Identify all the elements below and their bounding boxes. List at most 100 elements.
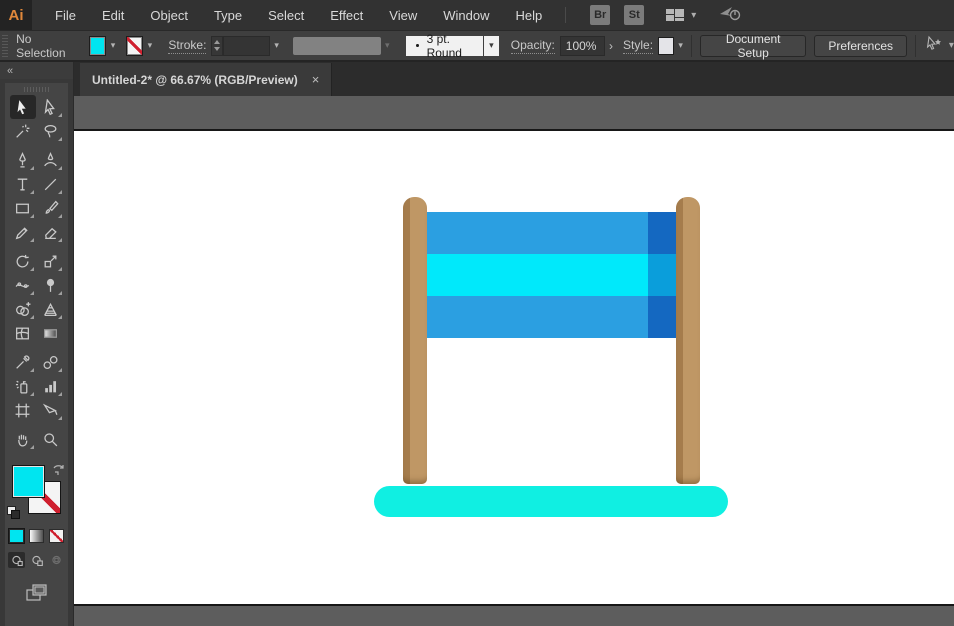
- fill-swatch[interactable]: [12, 465, 45, 498]
- slice-tool-icon: [42, 403, 58, 415]
- draw-behind-button[interactable]: [28, 552, 45, 568]
- brush-chevron-icon[interactable]: ▾: [483, 35, 499, 56]
- paintbrush-tool[interactable]: [38, 196, 64, 220]
- bridge-button[interactable]: Br: [590, 5, 611, 25]
- document-setup-button[interactable]: Document Setup: [700, 32, 807, 60]
- curvature-tool[interactable]: [38, 148, 64, 172]
- opacity-label[interactable]: Opacity:: [510, 38, 555, 54]
- color-button[interactable]: [9, 529, 24, 543]
- rectangle-tool[interactable]: [10, 196, 36, 220]
- menu-view[interactable]: View: [376, 0, 430, 30]
- shape-builder-tool[interactable]: [10, 297, 36, 321]
- brush-preset-dropdown[interactable]: 3 pt. Round: [405, 32, 483, 60]
- control-bar-grip[interactable]: [2, 34, 9, 57]
- artwork-base[interactable]: [374, 486, 728, 517]
- hand-tool[interactable]: [10, 427, 36, 451]
- zoom-tool[interactable]: [38, 427, 64, 451]
- blend-tool[interactable]: [38, 350, 64, 374]
- select-similar-icon[interactable]: [924, 35, 944, 56]
- toolbar-collapse-button[interactable]: «: [0, 62, 73, 79]
- stroke-weight-field[interactable]: [223, 35, 271, 56]
- swap-fill-stroke-icon[interactable]: [52, 463, 66, 477]
- fill-chevron-icon[interactable]: ▾: [106, 36, 119, 56]
- rotate-tool[interactable]: [10, 249, 36, 273]
- menu-edit[interactable]: Edit: [89, 0, 137, 30]
- preferences-button[interactable]: Preferences: [814, 34, 908, 57]
- pen-tool[interactable]: [10, 148, 36, 172]
- artboard-tool[interactable]: [10, 398, 36, 422]
- column-graph-tool[interactable]: [38, 374, 64, 398]
- banner-right-edge: [648, 212, 676, 338]
- toolbar-grip[interactable]: [23, 87, 50, 92]
- draw-normal-button[interactable]: [8, 552, 25, 568]
- eraser-tool-icon: [45, 227, 57, 239]
- opacity-panel-arrow-icon[interactable]: ›: [605, 39, 617, 53]
- column-graph-tool-icon: [45, 380, 57, 392]
- menu-window[interactable]: Window: [430, 0, 502, 30]
- tab-close-icon[interactable]: ×: [312, 73, 320, 86]
- fill-color-swatch[interactable]: [88, 35, 107, 56]
- menu-help[interactable]: Help: [502, 0, 555, 30]
- direct-selection-tool[interactable]: [38, 95, 64, 119]
- puppet-warp-tool-icon: [46, 278, 55, 292]
- menu-file[interactable]: File: [42, 0, 89, 30]
- width-profile-dropdown[interactable]: [293, 36, 381, 55]
- eraser-tool[interactable]: [38, 220, 64, 244]
- slice-tool[interactable]: [38, 398, 64, 422]
- brush-preset-value: 3 pt. Round: [426, 31, 462, 60]
- puppet-warp-tool[interactable]: [38, 273, 64, 297]
- menu-type[interactable]: Type: [201, 0, 255, 30]
- symbol-sprayer-tool-icon: [15, 380, 28, 394]
- artboard[interactable]: [74, 129, 954, 606]
- line-segment-tool-icon: [44, 178, 57, 190]
- menu-select[interactable]: Select: [255, 0, 317, 30]
- magic-wand-tool[interactable]: [10, 119, 36, 143]
- control-bar-separator-2: [915, 34, 916, 57]
- mesh-tool[interactable]: [10, 321, 36, 345]
- banner-stripe-bottom[interactable]: [426, 296, 676, 338]
- control-bar: No Selection ▾ ▾ Stroke: ▾ ▾ 3 pt. Round…: [0, 30, 954, 62]
- lasso-tool[interactable]: [38, 119, 64, 143]
- select-similar-chevron-icon[interactable]: ▾: [949, 40, 954, 51]
- stroke-weight-chevron-icon[interactable]: ▾: [270, 36, 283, 56]
- none-button[interactable]: [49, 529, 64, 543]
- scale-tool[interactable]: [38, 249, 64, 273]
- stroke-label[interactable]: Stroke:: [168, 38, 207, 54]
- banner-stripe-top[interactable]: [426, 212, 676, 254]
- stroke-weight-stepper[interactable]: [211, 35, 224, 56]
- style-chevron-icon[interactable]: ▾: [674, 36, 687, 56]
- style-swatch[interactable]: [658, 36, 675, 55]
- selection-tool[interactable]: [9, 95, 36, 119]
- workspace-switcher-icon[interactable]: [664, 7, 686, 23]
- eyedropper-tool[interactable]: [10, 350, 36, 374]
- tools-column: «: [0, 62, 74, 626]
- opacity-field[interactable]: 100%: [559, 35, 606, 56]
- menu-effect[interactable]: Effect: [317, 0, 376, 30]
- stroke-chevron-icon[interactable]: ▾: [143, 36, 156, 56]
- artwork-post-left[interactable]: [403, 197, 427, 484]
- style-label[interactable]: Style:: [623, 38, 654, 54]
- viewport[interactable]: [74, 96, 954, 626]
- document-tab[interactable]: Untitled-2* @ 66.67% (RGB/Preview) ×: [80, 63, 333, 96]
- workspace-chevron-icon[interactable]: ▾: [691, 10, 696, 21]
- artwork-post-right[interactable]: [676, 197, 700, 484]
- symbol-sprayer-tool[interactable]: [10, 374, 36, 398]
- gradient-button[interactable]: [29, 529, 44, 543]
- type-tool[interactable]: [10, 172, 36, 196]
- artwork-banner[interactable]: [426, 212, 676, 338]
- screen-mode-button[interactable]: [24, 582, 50, 609]
- gradient-tool[interactable]: [38, 321, 64, 345]
- stock-button[interactable]: St: [624, 5, 645, 25]
- default-fill-stroke-icon[interactable]: [7, 506, 21, 519]
- perspective-grid-tool[interactable]: [38, 297, 64, 321]
- width-tool[interactable]: [10, 273, 36, 297]
- control-bar-separator: [691, 34, 693, 57]
- pen-tool-icon: [19, 151, 26, 168]
- shaper-tool[interactable]: [10, 220, 36, 244]
- stroke-color-swatch[interactable]: [125, 35, 144, 56]
- sync-share-icon[interactable]: [718, 4, 744, 27]
- opacity-value: 100%: [565, 38, 597, 53]
- line-segment-tool[interactable]: [38, 172, 64, 196]
- banner-stripe-middle[interactable]: [426, 254, 676, 296]
- menu-object[interactable]: Object: [137, 0, 201, 30]
